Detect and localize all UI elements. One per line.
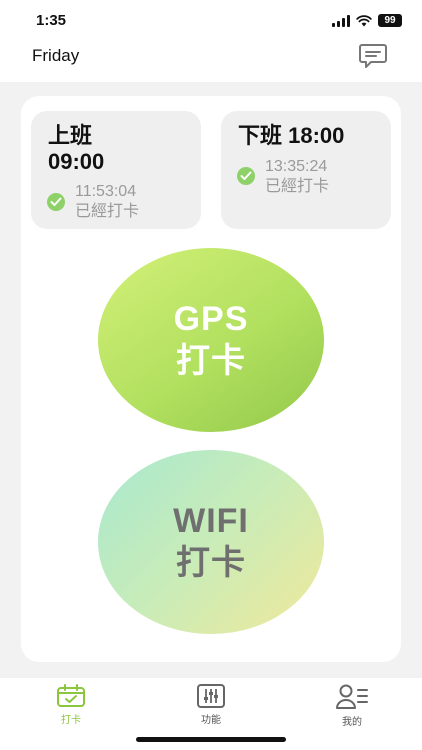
status-time: 1:35 bbox=[36, 12, 67, 29]
sliders-icon bbox=[197, 684, 225, 708]
calendar-check-icon bbox=[57, 684, 85, 707]
gps-punch-button[interactable]: GPS 打卡 bbox=[98, 248, 324, 432]
message-icon bbox=[359, 44, 387, 68]
off-duty-title: 下班 18:00 bbox=[238, 123, 345, 148]
on-duty-card: 上班 09:00 11:53:04 已經打卡 bbox=[31, 111, 201, 229]
off-duty-card: 下班 18:00 13:35:24 已經打卡 bbox=[221, 111, 391, 229]
message-button[interactable] bbox=[358, 42, 388, 70]
tab-punch[interactable]: 打卡 bbox=[31, 684, 111, 730]
check-icon bbox=[237, 167, 255, 185]
on-duty-title: 上班 09:00 bbox=[48, 123, 105, 174]
tab-punch-label: 打卡 bbox=[61, 715, 81, 726]
gps-punch-label-line1: GPS bbox=[173, 300, 249, 338]
battery-icon: 99 bbox=[378, 14, 402, 27]
on-duty-punch-info: 11:53:04 已經打卡 bbox=[75, 182, 139, 222]
tab-profile-label: 我的 bbox=[342, 717, 362, 728]
signal-icon bbox=[332, 14, 350, 27]
tab-profile[interactable]: 我的 bbox=[312, 684, 392, 730]
on-duty-punch-time: 11:53:04 bbox=[75, 183, 137, 200]
tab-functions-label: 功能 bbox=[201, 715, 221, 726]
gps-punch-label-line2: 打卡 bbox=[176, 342, 246, 380]
home-indicator bbox=[136, 737, 286, 742]
status-icons: 99 bbox=[332, 14, 402, 27]
page-title: Friday bbox=[32, 46, 80, 65]
wifi-punch-button[interactable]: WIFI 打卡 bbox=[98, 450, 324, 634]
on-duty-status: 已經打卡 bbox=[75, 203, 140, 220]
tab-functions[interactable]: 功能 bbox=[171, 684, 251, 730]
wifi-icon bbox=[356, 14, 372, 26]
check-icon bbox=[47, 193, 65, 211]
off-duty-punch-time: 13:35:24 bbox=[265, 158, 328, 175]
off-duty-status: 已經打卡 bbox=[265, 178, 330, 195]
wifi-punch-label-line2: 打卡 bbox=[176, 544, 246, 582]
user-list-icon bbox=[336, 684, 368, 709]
status-bar: 1:35 99 bbox=[0, 0, 422, 40]
off-duty-punch-info: 13:35:24 已經打卡 bbox=[265, 157, 329, 197]
wifi-punch-label-line1: WIFI bbox=[173, 502, 249, 540]
